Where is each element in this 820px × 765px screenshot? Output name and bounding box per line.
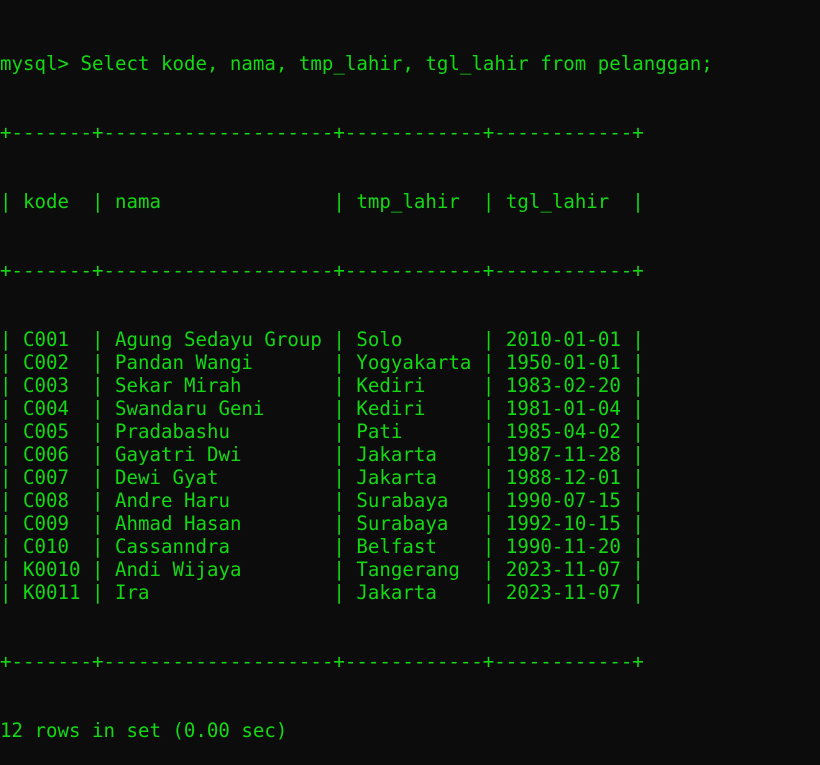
table-cell: Yogyakarta bbox=[356, 351, 472, 374]
table-cell: C008 bbox=[23, 489, 69, 512]
header-kode: kode bbox=[23, 190, 69, 213]
table-row: | C007 | Dewi Gyat | Jakarta | 1988-12-0… bbox=[0, 466, 644, 489]
table-cell: Tangerang bbox=[356, 558, 460, 581]
table-cell: Pradabashu bbox=[114, 420, 230, 443]
table-cell: C010 bbox=[23, 535, 69, 558]
table-cell: C006 bbox=[23, 443, 69, 466]
table-cell: Ahmad Hasan bbox=[114, 512, 242, 535]
table-cell: 1990-11-20 bbox=[505, 535, 621, 558]
table-cell: Pandan Wangi bbox=[114, 351, 253, 374]
table-border-header: +-------+--------------------+----------… bbox=[0, 259, 644, 282]
table-cell: C007 bbox=[23, 466, 69, 489]
table-cell: Kediri bbox=[356, 397, 426, 420]
table-cell: 1992-10-15 bbox=[505, 512, 621, 535]
table-body: | C001 | Agung Sedayu Group | Solo | 201… bbox=[0, 328, 820, 604]
table-row: | C009 | Ahmad Hasan | Surabaya | 1992-1… bbox=[0, 512, 644, 535]
table-cell: 1983-02-20 bbox=[505, 374, 621, 397]
table-cell: Andre Haru bbox=[114, 489, 230, 512]
table-cell: 2023-11-07 bbox=[505, 581, 621, 604]
table-cell: Ira bbox=[114, 581, 150, 604]
table-row: | C003 | Sekar Mirah | Kediri | 1983-02-… bbox=[0, 374, 644, 397]
table-cell: Jakarta bbox=[356, 443, 437, 466]
table-cell: 1981-01-04 bbox=[505, 397, 621, 420]
header-nama: nama bbox=[114, 190, 161, 213]
table-row: | C005 | Pradabashu | Pati | 1985-04-02 … bbox=[0, 420, 644, 443]
table-row: | C002 | Pandan Wangi | Yogyakarta | 195… bbox=[0, 351, 644, 374]
mysql-prompt: mysql> bbox=[0, 52, 69, 75]
table-cell: Dewi Gyat bbox=[114, 466, 219, 489]
table-cell: K0010 bbox=[23, 558, 81, 581]
table-cell: C004 bbox=[23, 397, 69, 420]
sql-command: Select kode, nama, tmp_lahir, tgl_lahir … bbox=[80, 52, 713, 75]
header-tgl-lahir: tgl_lahir bbox=[505, 190, 610, 213]
table-cell: 1987-11-28 bbox=[505, 443, 621, 466]
table-cell: C003 bbox=[23, 374, 69, 397]
table-row: | C010 | Cassanndra | Belfast | 1990-11-… bbox=[0, 535, 644, 558]
table-row: | C004 | Swandaru Geni | Kediri | 1981-0… bbox=[0, 397, 644, 420]
table-cell: Pati bbox=[356, 420, 403, 443]
table-cell: Swandaru Geni bbox=[114, 397, 265, 420]
table-cell: Surabaya bbox=[356, 489, 449, 512]
table-cell: Andi Wijaya bbox=[114, 558, 242, 581]
table-cell: Belfast bbox=[356, 535, 437, 558]
table-row: | C008 | Andre Haru | Surabaya | 1990-07… bbox=[0, 489, 644, 512]
table-cell: 2023-11-07 bbox=[505, 558, 621, 581]
table-cell: C009 bbox=[23, 512, 69, 535]
table-row: | C006 | Gayatri Dwi | Jakarta | 1987-11… bbox=[0, 443, 644, 466]
result-summary: 12 rows in set (0.00 sec) bbox=[0, 719, 288, 742]
header-tmp-lahir: tmp_lahir bbox=[356, 190, 460, 213]
table-cell: 1990-07-15 bbox=[505, 489, 621, 512]
table-row: | C001 | Agung Sedayu Group | Solo | 201… bbox=[0, 328, 644, 351]
table-border-bottom: +-------+--------------------+----------… bbox=[0, 650, 644, 673]
command-line: mysql> Select kode, nama, tmp_lahir, tgl… bbox=[0, 52, 820, 75]
table-cell: Gayatri Dwi bbox=[114, 443, 242, 466]
table-cell: Agung Sedayu Group bbox=[114, 328, 322, 351]
terminal-window[interactable]: mysql> Select kode, nama, tmp_lahir, tgl… bbox=[0, 0, 820, 742]
table-cell: Sekar Mirah bbox=[114, 374, 242, 397]
table-cell: Solo bbox=[356, 328, 403, 351]
table-cell: C001 bbox=[23, 328, 69, 351]
table-row: | K0011 | Ira | Jakarta | 2023-11-07 | bbox=[0, 581, 644, 604]
table-cell: C005 bbox=[23, 420, 69, 443]
table-cell: C002 bbox=[23, 351, 69, 374]
table-row: | K0010 | Andi Wijaya | Tangerang | 2023… bbox=[0, 558, 644, 581]
table-cell: Jakarta bbox=[356, 581, 437, 604]
table-cell: Cassanndra bbox=[114, 535, 230, 558]
table-cell: 2010-01-01 bbox=[505, 328, 621, 351]
table-cell: Kediri bbox=[356, 374, 426, 397]
table-cell: 1950-01-01 bbox=[505, 351, 621, 374]
table-cell: K0011 bbox=[23, 581, 81, 604]
table-cell: 1985-04-02 bbox=[505, 420, 621, 443]
table-cell: 1988-12-01 bbox=[505, 466, 621, 489]
table-cell: Surabaya bbox=[356, 512, 449, 535]
table-cell: Jakarta bbox=[356, 466, 437, 489]
table-header-row: | kode | nama | tmp_lahir | tgl_lahir | bbox=[0, 190, 644, 213]
table-border-top: +-------+--------------------+----------… bbox=[0, 121, 644, 144]
